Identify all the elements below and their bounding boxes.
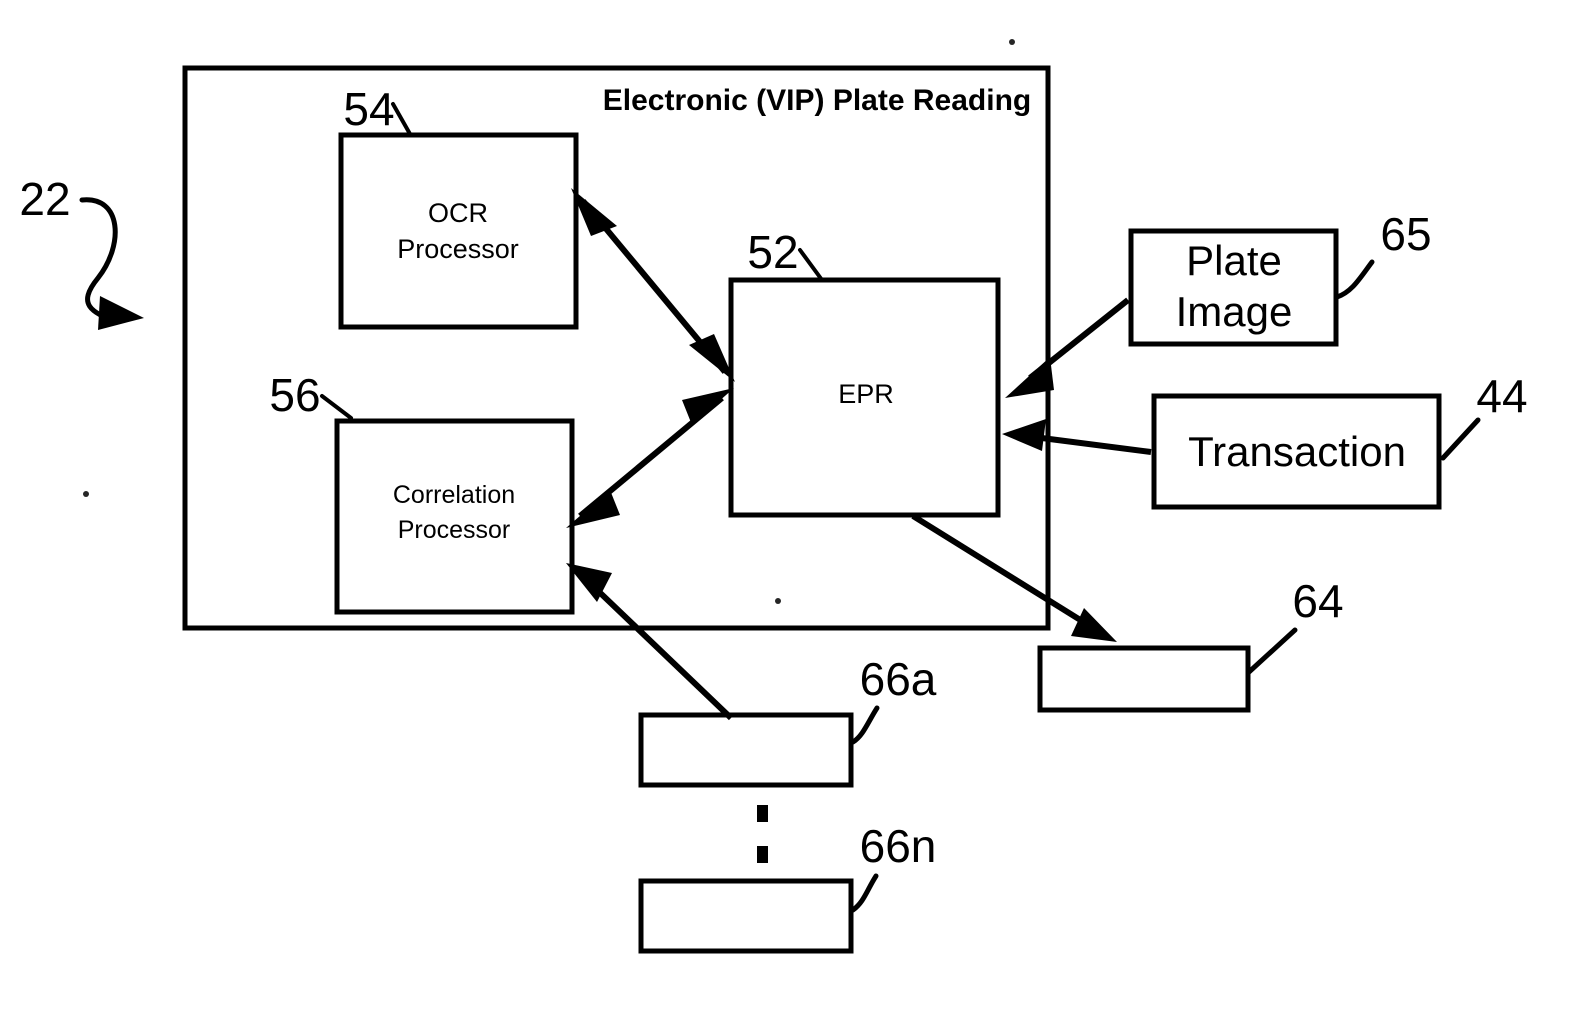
correlation-processor-label-line2: Processor — [398, 516, 511, 544]
plate-image-label-line2: Image — [1176, 288, 1293, 335]
patent-diagram-svg: Electronic (VIP) Plate Reading 22 OCR Pr… — [19, 39, 1528, 954]
transaction-label: Transaction — [1188, 428, 1406, 475]
ref-52-leader-line — [798, 248, 824, 282]
connector-correlation-epr-arrowhead-epr — [682, 388, 734, 425]
ocr-processor-label-line1: OCR — [428, 198, 488, 228]
ref-54-leader-line — [391, 102, 412, 136]
scan-speck-3 — [775, 598, 781, 604]
ref-label-52: 52 — [747, 226, 798, 278]
ref-label-66a: 66a — [860, 653, 937, 705]
connector-source66a-correlation — [591, 584, 734, 721]
ref-label-56: 56 — [269, 369, 320, 421]
output-box-64 — [1037, 645, 1251, 713]
ref-56-leader-line — [320, 394, 353, 420]
ref-44-leader-line — [1440, 417, 1481, 461]
ocr-processor-label-line2: Processor — [397, 234, 519, 264]
scan-speck-1 — [1009, 39, 1015, 45]
connector-epr-output64-arrowhead — [1071, 608, 1117, 642]
figure-canvas: Electronic (VIP) Plate Reading 22 OCR Pr… — [0, 0, 1594, 1028]
connector-epr-output64 — [911, 513, 1092, 629]
source-box-66n — [638, 878, 854, 954]
ref-label-64: 64 — [1292, 575, 1343, 627]
ref-label-22: 22 — [19, 173, 70, 225]
ref-label-54: 54 — [343, 83, 394, 135]
ref-65-leader-line — [1334, 259, 1375, 300]
scan-speck-2 — [83, 491, 89, 497]
ref-label-44: 44 — [1476, 370, 1527, 422]
ocr-processor-box — [338, 132, 579, 330]
epr-label: EPR — [838, 379, 894, 409]
ref-66a-leader-line — [850, 705, 880, 745]
ellipsis-mark-1 — [757, 805, 768, 822]
plate-image-label-line1: Plate — [1186, 237, 1282, 284]
container-title: Electronic (VIP) Plate Reading — [603, 84, 1031, 117]
ref-label-65: 65 — [1380, 208, 1431, 260]
source-box-66a — [638, 712, 854, 788]
connector-transaction-epr — [1033, 434, 1152, 455]
ref-22-leader-arrowhead — [98, 296, 144, 330]
connector-transaction-epr-arrowhead — [1002, 419, 1046, 451]
ref-64-leader-line — [1246, 627, 1298, 675]
ref-66n-leader-line — [850, 873, 879, 913]
ref-label-66n: 66n — [860, 820, 937, 872]
ellipsis-mark-2 — [757, 846, 768, 863]
correlation-processor-label-line1: Correlation — [393, 481, 515, 509]
